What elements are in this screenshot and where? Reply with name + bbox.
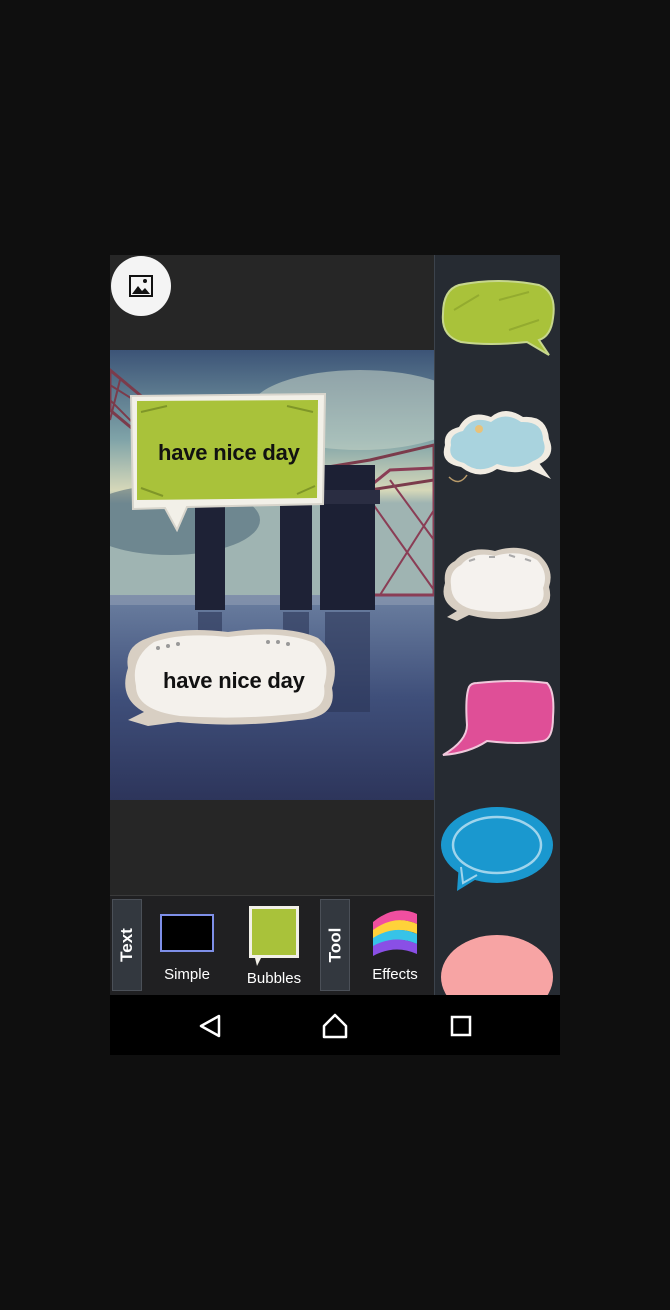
simple-label: Simple bbox=[164, 966, 210, 983]
sticker-peach-oval-bubble[interactable] bbox=[439, 933, 557, 995]
sticker-green-rounded-bubble[interactable] bbox=[439, 280, 557, 360]
bottom-toolbar: Text Simple Bubbles Tool Effects bbox=[110, 895, 434, 996]
effects-button[interactable]: Effects bbox=[360, 904, 430, 992]
back-triangle-icon[interactable] bbox=[195, 1011, 225, 1041]
bubbles-label: Bubbles bbox=[246, 970, 302, 987]
photo-canvas[interactable]: have nice day have nice day bbox=[110, 350, 434, 800]
bubbles-button[interactable]: Bubbles bbox=[239, 904, 309, 992]
bubble-text-white[interactable]: have nice day bbox=[163, 668, 305, 694]
simple-text-icon bbox=[160, 914, 214, 952]
editor-canvas: have nice day have nice day bbox=[110, 255, 434, 895]
simple-text-button[interactable]: Simple bbox=[152, 904, 222, 992]
bubble-text-green[interactable]: have nice day bbox=[158, 440, 300, 466]
sticker-panel bbox=[434, 255, 560, 995]
tab-tool[interactable]: Tool bbox=[320, 899, 350, 991]
system-navigation-bar bbox=[110, 995, 560, 1055]
tab-text-label: Text bbox=[117, 928, 137, 962]
effects-label: Effects bbox=[372, 966, 418, 983]
effects-layers-icon bbox=[373, 910, 417, 956]
sticker-pink-bubble[interactable] bbox=[439, 677, 557, 757]
app-window: have nice day have nice day Text Simple … bbox=[110, 255, 560, 1055]
bubbles-icon bbox=[249, 906, 299, 966]
image-gallery-icon bbox=[129, 275, 153, 297]
sticker-blue-oval-bubble[interactable] bbox=[439, 803, 557, 898]
home-icon[interactable] bbox=[320, 1011, 350, 1041]
tab-text[interactable]: Text bbox=[112, 899, 142, 991]
recents-square-icon[interactable] bbox=[446, 1011, 476, 1041]
sticker-white-cloud-bubble[interactable] bbox=[439, 543, 557, 628]
gallery-button[interactable] bbox=[111, 256, 171, 316]
sticker-blue-cloud-bubble[interactable] bbox=[439, 407, 557, 492]
tab-tool-label: Tool bbox=[325, 927, 344, 963]
